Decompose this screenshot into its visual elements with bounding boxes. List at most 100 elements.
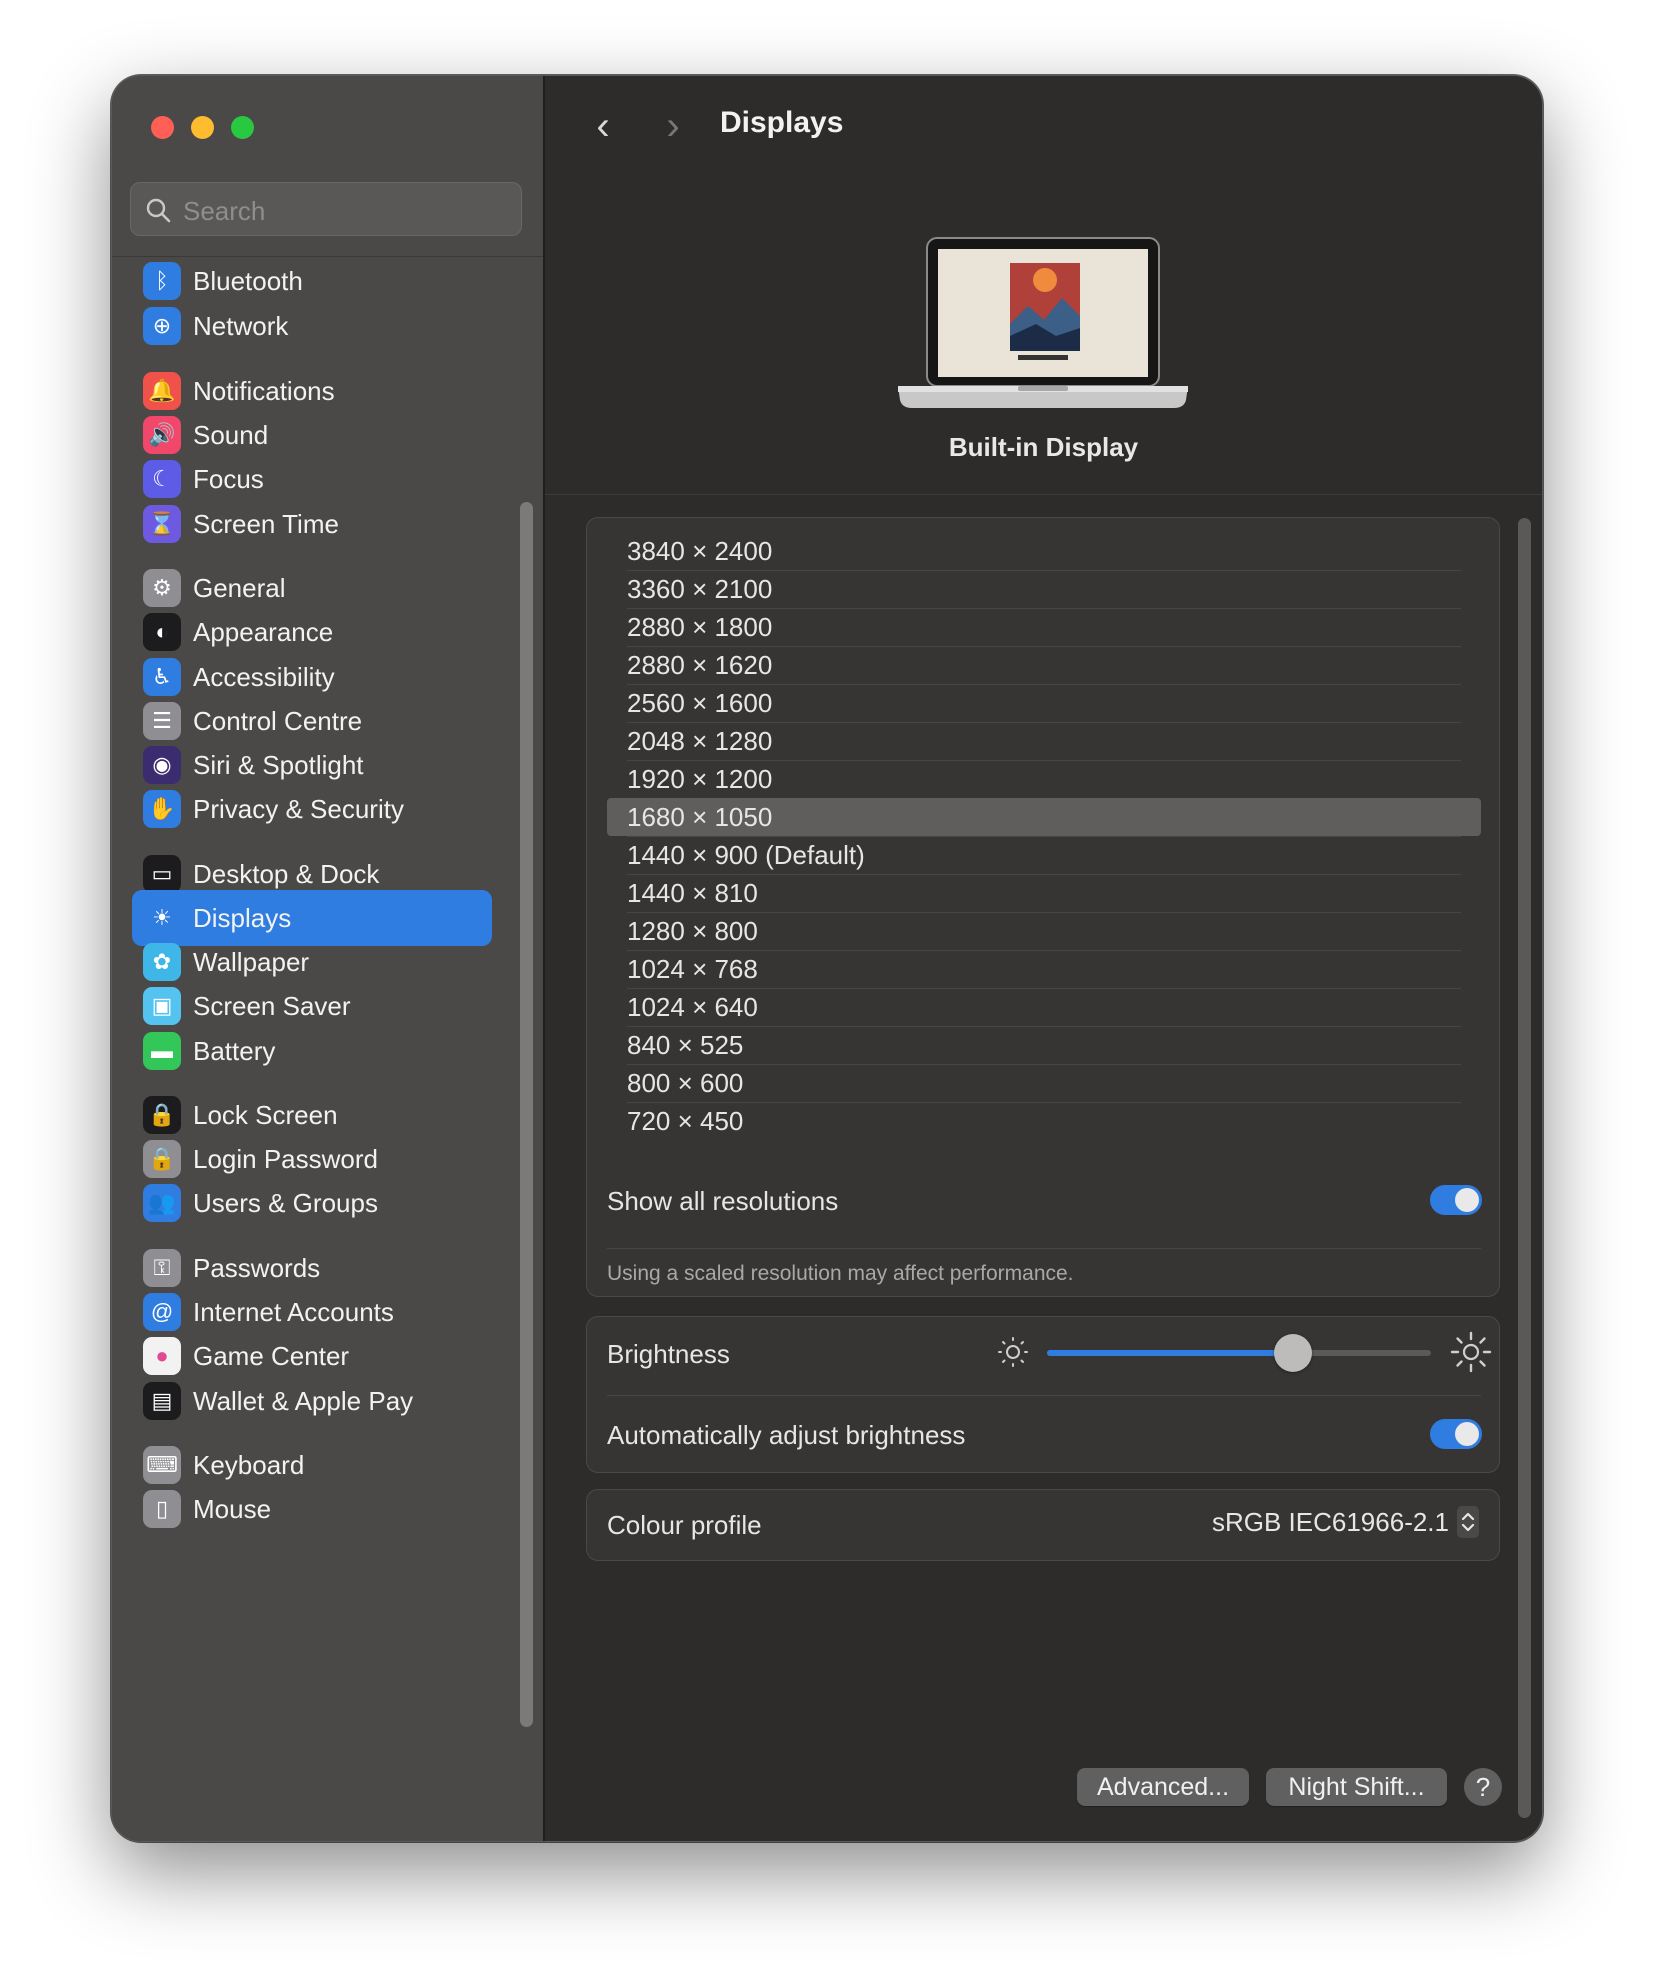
resolution-option[interactable]: 2880 × 1800 — [607, 608, 1481, 646]
sidebar-item-label: Screen Saver — [193, 990, 351, 1021]
resolution-label: 1024 × 640 — [627, 991, 758, 1022]
resolution-option[interactable]: 1440 × 810 — [607, 874, 1481, 912]
forward-button[interactable]: › — [653, 104, 693, 148]
toggle-knob — [1455, 1422, 1479, 1446]
brightness-slider-thumb[interactable] — [1273, 1334, 1312, 1372]
sidebar-item-privacy-security[interactable]: ✋ Privacy & Security — [132, 781, 492, 837]
window-controls — [151, 116, 254, 139]
hand-icon: ✋ — [143, 790, 181, 828]
sidebar-item-mouse[interactable]: ▯ Mouse — [132, 1481, 492, 1537]
sidebar-nav: ᛒ Bluetooth ⊕ Network 🔔 Notifications 🔊 Sound ☾ F… — [112, 257, 543, 1841]
sidebar-item-wallet-apple-pay[interactable]: ▤ Wallet & Apple Pay — [132, 1373, 492, 1429]
sun-icon: ☀ — [143, 899, 181, 937]
close-window-button[interactable] — [151, 116, 174, 139]
sidebar-item-label: Battery — [193, 1035, 276, 1066]
settings-window: Search ᛒ Bluetooth ⊕ Network 🔔 Notifications 🔊… — [111, 75, 1543, 1842]
resolution-option[interactable]: 1440 × 900 (Default) — [607, 836, 1481, 874]
brightness-label: Brightness — [607, 1339, 730, 1369]
colour-profile-label: Colour profile — [607, 1510, 762, 1540]
resolution-label: 1680 × 1050 — [627, 801, 773, 832]
main-content: ‹ › Displays Built-in Display 3840 × 240… — [545, 76, 1542, 1841]
sidebar-item-label: Network — [193, 310, 289, 341]
sidebar-item-label: Privacy & Security — [193, 793, 404, 824]
advanced-button[interactable]: Advanced... — [1077, 1768, 1249, 1806]
resolution-label: 2880 × 1620 — [627, 649, 773, 680]
moon-icon: ☾ — [143, 460, 181, 498]
bluetooth-icon: ᛒ — [143, 262, 181, 300]
back-button[interactable]: ‹ — [583, 104, 623, 148]
laptop-display-icon — [898, 237, 1188, 408]
sidebar-item-label: General — [193, 572, 286, 603]
padlock-icon: 🔒 — [143, 1140, 181, 1178]
sidebar-scrollbar[interactable] — [520, 502, 533, 1727]
stepper-chevrons-icon — [1457, 1506, 1479, 1538]
sidebar-item-label: Sound — [193, 419, 269, 450]
search-icon — [146, 198, 171, 223]
sidebar-item-label: Internet Accounts — [193, 1296, 394, 1327]
resolution-label: 1280 × 800 — [627, 915, 758, 946]
scaled-resolution-hint: Using a scaled resolution may affect per… — [607, 1262, 1074, 1285]
sidebar-item-users-groups[interactable]: 👥 Users & Groups — [132, 1175, 492, 1231]
resolution-option[interactable]: 800 × 600 — [607, 1064, 1481, 1102]
appearance-icon: ◐ — [143, 613, 181, 651]
sidebar-item-label: Keyboard — [193, 1449, 305, 1480]
sidebar-item-label: Displays — [193, 902, 292, 933]
resolution-option[interactable]: 2048 × 1280 — [607, 722, 1481, 760]
sidebar-item-label: Wallpaper — [193, 946, 310, 977]
sidebar-item-battery[interactable]: ▬ Battery — [132, 1023, 492, 1079]
sidebar-item-label: Control Centre — [193, 705, 363, 736]
auto-brightness-toggle[interactable] — [1430, 1419, 1482, 1449]
resolution-option[interactable]: 2880 × 1620 — [607, 646, 1481, 684]
lock-icon: 🔒 — [143, 1096, 181, 1134]
colour-profile-select[interactable]: sRGB IEC61966-2.1 — [1212, 1506, 1479, 1538]
main-scrollbar[interactable] — [1518, 518, 1531, 1818]
sidebar-item-label: Lock Screen — [193, 1099, 338, 1130]
brightness-high-icon — [1450, 1331, 1492, 1373]
search-input[interactable]: Search — [130, 182, 522, 236]
resolution-option[interactable]: 3840 × 2400 — [607, 532, 1481, 570]
resolution-option[interactable]: 1280 × 800 — [607, 912, 1481, 950]
sidebar-item-label: Appearance — [193, 616, 334, 647]
sidebar: Search ᛒ Bluetooth ⊕ Network 🔔 Notifications 🔊… — [112, 76, 545, 1841]
resolution-option[interactable]: 1680 × 1050 — [607, 798, 1481, 836]
sidebar-item-label: Wallet & Apple Pay — [193, 1385, 414, 1416]
night-shift-button[interactable]: Night Shift... — [1266, 1768, 1447, 1806]
globe-icon: ⊕ — [143, 307, 181, 345]
toggle-knob — [1455, 1188, 1479, 1212]
sidebar-item-network[interactable]: ⊕ Network — [132, 298, 492, 354]
brightness-panel: Brightness Automatically adjust brightne… — [586, 1316, 1500, 1473]
resolution-label: 800 × 600 — [627, 1067, 744, 1098]
resolution-option[interactable]: 1024 × 640 — [607, 988, 1481, 1026]
resolution-label: 3840 × 2400 — [627, 535, 773, 566]
bell-icon: 🔔 — [143, 372, 181, 410]
resolution-label: 1440 × 810 — [627, 877, 758, 908]
help-button[interactable]: ? — [1464, 1768, 1502, 1806]
sidebar-item-label: Login Password — [193, 1143, 378, 1174]
resolution-option[interactable]: 720 × 450 — [607, 1102, 1481, 1140]
resolution-option[interactable]: 840 × 525 — [607, 1026, 1481, 1064]
hourglass-icon: ⌛ — [143, 505, 181, 543]
sidebar-item-label: Bluetooth — [193, 265, 303, 296]
resolution-option[interactable]: 3360 × 2100 — [607, 570, 1481, 608]
panel-divider — [607, 1395, 1481, 1396]
resolution-label: 2048 × 1280 — [627, 725, 773, 756]
sidebar-item-label: Focus — [193, 463, 264, 494]
show-all-resolutions-toggle[interactable] — [1430, 1185, 1482, 1215]
sidebar-item-screen-time[interactable]: ⌛ Screen Time — [132, 496, 492, 552]
sidebar-item-label: Siri & Spotlight — [193, 749, 364, 780]
colour-profile-panel: Colour profile sRGB IEC61966-2.1 — [586, 1489, 1500, 1561]
resolution-panel: 3840 × 2400 3360 × 2100 2880 × 1800 2880 × … — [586, 517, 1500, 1297]
flower-icon: ✿ — [143, 943, 181, 981]
minimize-window-button[interactable] — [191, 116, 214, 139]
sidebar-item-label: Screen Time — [193, 508, 339, 539]
resolution-label: 720 × 450 — [627, 1105, 744, 1136]
maximize-window-button[interactable] — [231, 116, 254, 139]
resolution-option[interactable]: 1024 × 768 — [607, 950, 1481, 988]
colour-profile-value: sRGB IEC61966-2.1 — [1211, 1506, 1449, 1537]
resolution-label: 1440 × 900 (Default) — [627, 839, 865, 870]
resolution-option[interactable]: 2560 × 1600 — [607, 684, 1481, 722]
sidebar-item-label: Desktop & Dock — [193, 858, 380, 889]
resolution-option[interactable]: 1920 × 1200 — [607, 760, 1481, 798]
brightness-low-icon — [998, 1337, 1028, 1367]
key-icon: ⚿ — [143, 1249, 181, 1287]
